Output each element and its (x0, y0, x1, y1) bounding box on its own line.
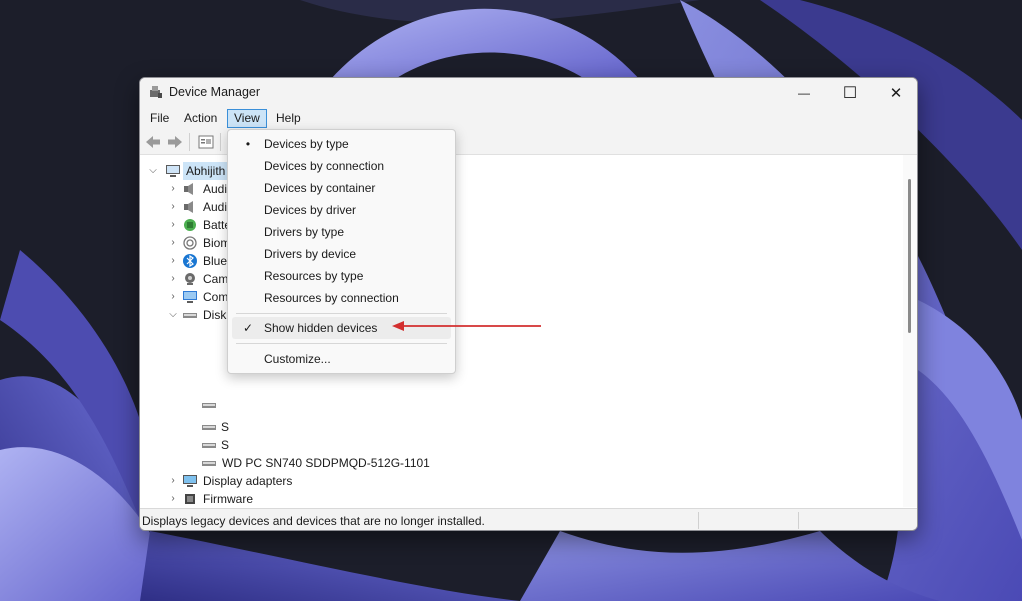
device-manager-app-icon (150, 86, 162, 98)
firmware-chip-icon (185, 494, 195, 504)
disk-item-label: WD PC SN740 SDDPMQD-512G-1101 (222, 456, 430, 470)
menu-help[interactable]: Help (270, 109, 307, 128)
window-title: Device Manager (169, 85, 261, 99)
chevron-right-icon[interactable]: › (167, 198, 179, 216)
disk-drive-icon (202, 403, 216, 408)
menu-item-label: Devices by connection (264, 159, 385, 173)
maximize-icon: ☐ (842, 84, 858, 102)
minimize-button[interactable]: — (781, 78, 827, 107)
chevron-right-icon[interactable]: › (167, 234, 179, 252)
back-arrow-icon[interactable] (144, 133, 162, 151)
title-bar[interactable]: Device Manager — ☐ ✕ (140, 78, 917, 107)
annotation-arrow-icon (392, 321, 541, 331)
menu-file[interactable]: File (144, 109, 175, 128)
toolbar-separator (189, 133, 190, 151)
fingerprint-icon (183, 236, 197, 250)
speaker-icon (184, 201, 193, 213)
menu-item-customize[interactable]: Customize... (232, 348, 451, 370)
menu-separator (236, 343, 447, 344)
tree-category-label: Audi (203, 182, 228, 196)
tree-category-label: Cam (203, 272, 229, 286)
menu-item-drivers-by-type[interactable]: Drivers by type (232, 221, 451, 243)
tree-category-label: Audi (203, 200, 228, 214)
radio-dot-icon: • (245, 137, 251, 151)
menu-item-label: Customize... (264, 352, 331, 366)
menu-item-label: Show hidden devices (264, 321, 378, 335)
scrollbar-thumb[interactable] (908, 179, 911, 333)
chevron-right-icon[interactable]: › (167, 472, 179, 490)
status-separator (698, 512, 699, 529)
toolbar-separator (220, 133, 221, 151)
chevron-right-icon[interactable]: › (167, 216, 179, 234)
minimize-icon: — (798, 85, 810, 100)
chevron-down-icon[interactable]: ⌵ (147, 162, 159, 180)
chevron-down-icon[interactable]: ⌵ (167, 306, 179, 324)
chevron-right-icon[interactable]: › (167, 270, 179, 288)
status-text: Displays legacy devices and devices that… (142, 514, 485, 528)
menu-item-devices-by-type[interactable]: • Devices by type (232, 133, 451, 155)
menu-item-label: Resources by type (264, 269, 364, 283)
camera-icon (185, 273, 195, 285)
forward-arrow-icon[interactable] (166, 133, 184, 151)
tree-category-label: Disk (203, 308, 227, 322)
menu-item-resources-by-connection[interactable]: Resources by connection (232, 287, 451, 309)
menu-bar: File Action View Help (140, 107, 917, 129)
battery-icon (184, 219, 196, 231)
close-button[interactable]: ✕ (873, 78, 917, 107)
menu-item-devices-by-connection[interactable]: Devices by connection (232, 155, 451, 177)
menu-separator (236, 313, 447, 314)
disk-item-label: S (221, 438, 230, 452)
view-menu-dropdown: • Devices by type Devices by connection Dev… (227, 129, 456, 374)
disk-drive-icon (202, 461, 216, 466)
menu-item-devices-by-container[interactable]: Devices by container (232, 177, 451, 199)
menu-view[interactable]: View (227, 109, 267, 128)
menu-item-label: Resources by connection (264, 291, 399, 305)
tree-category-label: Blue (203, 254, 228, 268)
menu-item-label: Devices by container (264, 181, 376, 195)
menu-action[interactable]: Action (178, 109, 223, 128)
disk-drive-icon (202, 443, 216, 448)
speaker-icon (184, 183, 193, 195)
disk-drive-icon (202, 425, 216, 430)
maximize-button[interactable]: ☐ (827, 78, 873, 107)
status-bar: Displays legacy devices and devices that… (140, 508, 917, 530)
tree-root-label: Abhijith (183, 162, 229, 180)
menu-item-label: Devices by type (264, 137, 349, 151)
computer-icon (166, 165, 180, 177)
menu-item-devices-by-driver[interactable]: Devices by driver (232, 199, 451, 221)
menu-item-label: Drivers by device (264, 247, 357, 261)
tree-category-label: Com (203, 290, 229, 304)
chevron-right-icon[interactable]: › (167, 180, 179, 198)
vertical-scrollbar[interactable] (903, 155, 917, 507)
menu-item-drivers-by-device[interactable]: Drivers by device (232, 243, 451, 265)
disk-drive-icon (183, 313, 197, 318)
status-separator (798, 512, 799, 529)
computer-icon (183, 291, 197, 303)
checkmark-icon: ✓ (242, 321, 254, 335)
bluetooth-icon (183, 254, 197, 268)
tree-category-label: Firmware (203, 492, 253, 506)
menu-item-label: Devices by driver (264, 203, 357, 217)
monitor-icon (183, 475, 197, 487)
menu-item-resources-by-type[interactable]: Resources by type (232, 265, 451, 287)
close-icon: ✕ (889, 84, 903, 102)
chevron-right-icon[interactable]: › (167, 490, 179, 507)
disk-item-label: S (221, 420, 230, 434)
chevron-right-icon[interactable]: › (167, 288, 179, 306)
chevron-right-icon[interactable]: › (167, 252, 179, 270)
menu-item-label: Drivers by type (264, 225, 345, 239)
tree-category-label: Display adapters (203, 474, 293, 488)
properties-icon[interactable] (197, 133, 215, 151)
